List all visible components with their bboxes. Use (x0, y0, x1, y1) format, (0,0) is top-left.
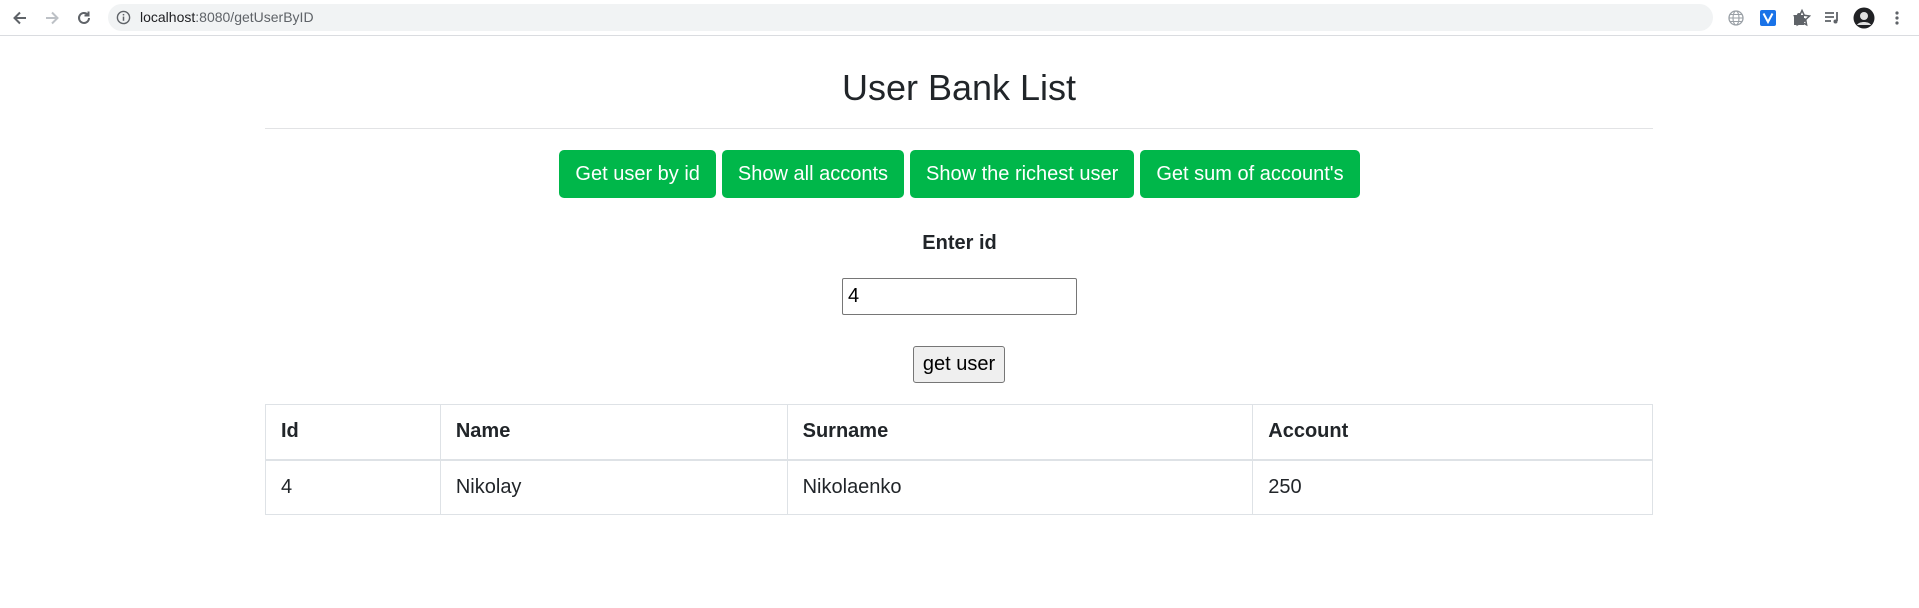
cell-surname: Nikolaenko (786, 459, 1254, 515)
header-id: Id (265, 404, 441, 461)
reload-icon (78, 11, 90, 24)
header-name: Name (439, 404, 788, 461)
media-queue-icon[interactable] (1820, 6, 1844, 30)
get-user-by-id-button[interactable]: Get user by id (559, 150, 716, 198)
url-path: :8080/getUserByID (195, 9, 314, 25)
show-all-accounts-button[interactable]: Show all acconts (721, 150, 904, 198)
cell-account: 250 (1252, 459, 1653, 515)
cell-name: Nikolay (439, 459, 788, 515)
info-icon (116, 10, 131, 25)
arrow-left-icon (13, 11, 26, 25)
enter-id-label: Enter id (922, 232, 997, 254)
divider (265, 128, 1653, 129)
arrow-right-icon (46, 11, 59, 25)
url-text: localhost:8080/getUserByID (140, 9, 314, 26)
back-button[interactable] (6, 4, 34, 32)
address-bar[interactable]: localhost:8080/getUserByID (108, 4, 1812, 31)
reload-button[interactable] (70, 4, 98, 32)
get-user-button[interactable]: get user (913, 346, 1005, 383)
table-row: 4 Nikolay Nikolaenko 250 (265, 459, 1653, 515)
header-surname: Surname (786, 404, 1254, 461)
cell-id: 4 (265, 459, 441, 515)
get-sum-of-accounts-button[interactable]: Get sum of account's (1140, 150, 1360, 198)
forward-button[interactable] (38, 4, 66, 32)
vue-extension-icon[interactable] (1756, 6, 1780, 30)
page-title: User Bank List (841, 67, 1077, 108)
url-host: localhost (140, 9, 196, 25)
menu-kebab-icon[interactable] (1885, 6, 1909, 30)
browser-toolbar: localhost:8080/getUserByID (0, 0, 1919, 36)
action-buttons: Get user by id Show all acconts Show the… (0, 150, 1919, 198)
globe-extension-icon[interactable] (1724, 6, 1748, 30)
header-account: Account (1252, 404, 1653, 461)
table-header-row: Id Name Surname Account (265, 404, 1653, 461)
show-richest-user-button[interactable]: Show the richest user (910, 150, 1135, 198)
profile-avatar-icon[interactable] (1852, 6, 1876, 30)
puzzle-extensions-icon[interactable] (1788, 6, 1812, 30)
users-table: Id Name Surname Account 4 Nikolay Nikola… (265, 404, 1653, 515)
id-input[interactable] (842, 278, 1077, 315)
